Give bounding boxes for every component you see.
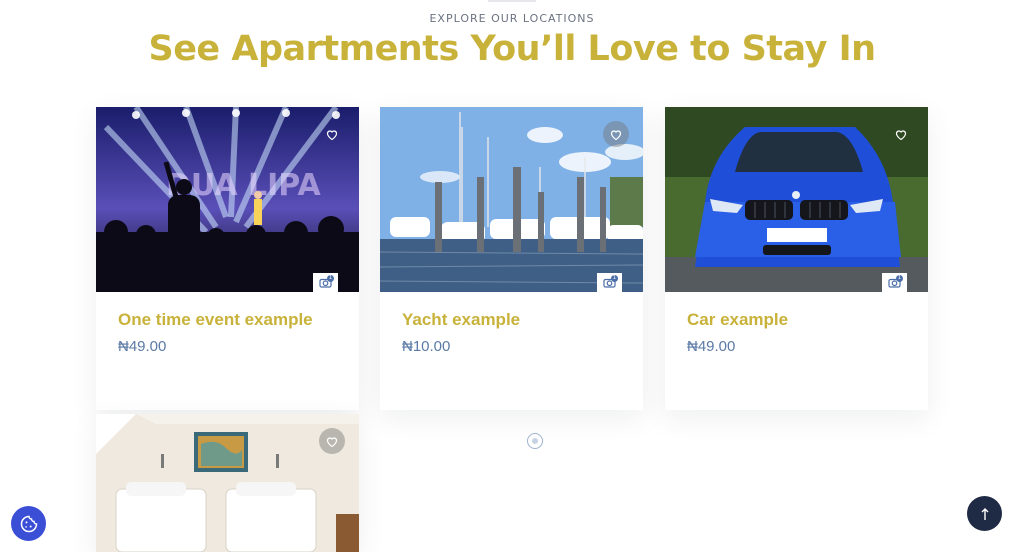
- listing-card[interactable]: DUA LIPA 1 One time event example ₦49.00: [96, 107, 359, 410]
- gallery-button[interactable]: 1: [313, 273, 338, 292]
- cookie-settings-button[interactable]: [11, 506, 46, 541]
- heart-icon: [326, 436, 338, 447]
- section-eyebrow: EXPLORE OUR LOCATIONS: [429, 12, 595, 25]
- listing-price: ₦10.00: [402, 338, 451, 355]
- loading-spinner-icon: [527, 433, 543, 449]
- top-divider: [488, 0, 536, 2]
- listing-title[interactable]: Yacht example: [402, 310, 621, 330]
- listing-title[interactable]: Car example: [687, 310, 906, 330]
- scroll-to-top-button[interactable]: [967, 496, 1002, 531]
- heart-icon: [610, 129, 622, 140]
- cookie-icon: [20, 515, 37, 532]
- favorite-button[interactable]: [319, 121, 345, 147]
- listing-image[interactable]: 1: [665, 107, 928, 292]
- photo-count-badge: 1: [327, 275, 334, 282]
- favorite-button[interactable]: [888, 121, 914, 147]
- listing-card[interactable]: 1 Yacht example ₦10.00: [380, 107, 643, 410]
- listing-card[interactable]: 1 Car example ₦49.00: [665, 107, 928, 410]
- arrow-up-icon: [981, 507, 988, 520]
- listing-image[interactable]: 1: [380, 107, 643, 292]
- photo-count-badge: 1: [611, 275, 618, 282]
- listing-image[interactable]: DUA LIPA 1: [96, 107, 359, 292]
- gallery-button[interactable]: 1: [597, 273, 622, 292]
- photo-count-badge: 1: [896, 275, 903, 282]
- heart-icon: [326, 129, 338, 140]
- listing-card[interactable]: [96, 414, 359, 552]
- favorite-button[interactable]: [319, 428, 345, 454]
- favorite-button[interactable]: [603, 121, 629, 147]
- listing-title[interactable]: One time event example: [118, 310, 337, 330]
- heart-icon: [895, 129, 907, 140]
- gallery-button[interactable]: 1: [882, 273, 907, 292]
- listing-price: ₦49.00: [118, 338, 167, 355]
- listing-price: ₦49.00: [687, 338, 736, 355]
- section-title: See Apartments You’ll Love to Stay In: [148, 29, 876, 69]
- listing-image[interactable]: [96, 414, 359, 552]
